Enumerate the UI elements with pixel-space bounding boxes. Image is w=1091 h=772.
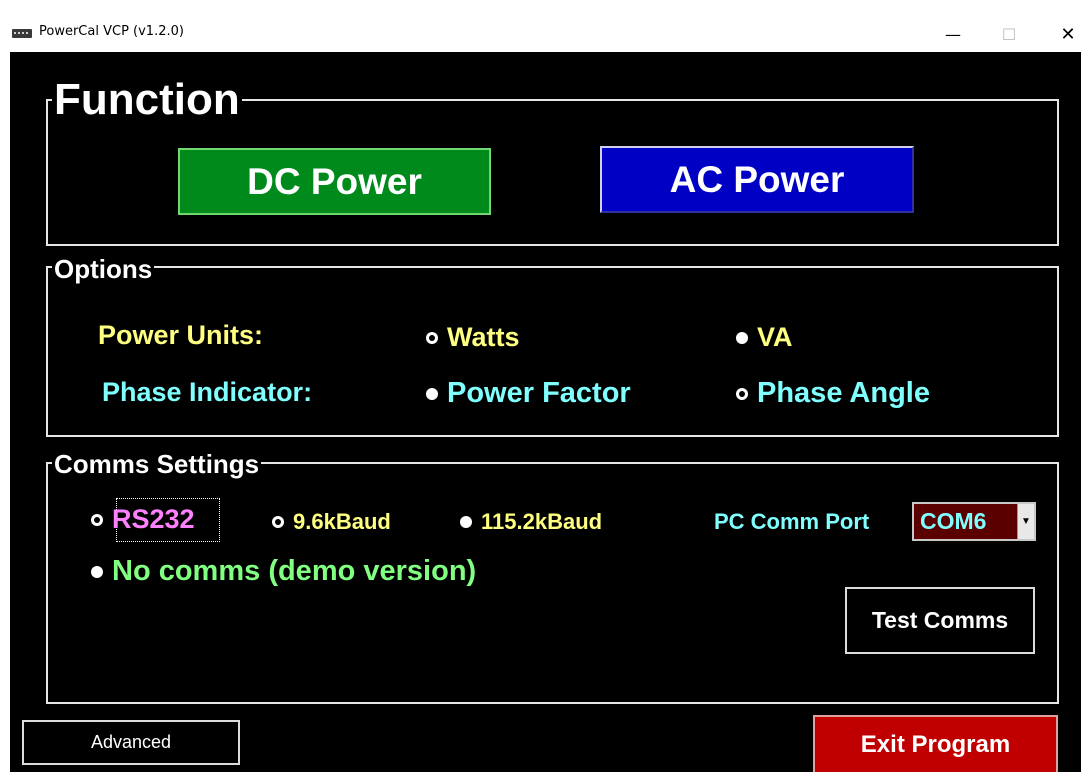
- main-window-client: Function DC Power AC Power Options Power…: [10, 52, 1081, 772]
- radio-checked-icon: [91, 513, 103, 526]
- phase-angle-radio[interactable]: Phase Angle: [736, 377, 930, 410]
- watts-radio[interactable]: Watts: [426, 322, 520, 353]
- rs232-label: RS232: [112, 504, 195, 534]
- power-factor-radio[interactable]: Power Factor: [426, 377, 631, 410]
- radio-unchecked-icon: [91, 565, 103, 578]
- maximize-button[interactable]: ☐: [986, 20, 1032, 48]
- test-comms-button[interactable]: Test Comms: [845, 587, 1035, 654]
- close-button[interactable]: ✕: [1045, 20, 1091, 48]
- watts-label: Watts: [447, 322, 520, 352]
- comm-port-select[interactable]: COM6 ▼: [912, 502, 1036, 541]
- phase-angle-label: Phase Angle: [757, 377, 930, 409]
- radio-checked-icon: [736, 387, 748, 400]
- dc-power-button[interactable]: DC Power: [178, 148, 491, 215]
- comm-port-value: COM6: [920, 508, 987, 534]
- no-comms-label: No comms (demo version): [112, 555, 477, 587]
- radio-unchecked-icon: [426, 387, 438, 400]
- window-title: PowerCal VCP (v1.2.0): [39, 24, 184, 39]
- options-legend: Options: [52, 254, 155, 284]
- no-comms-radio[interactable]: No comms (demo version): [91, 555, 476, 588]
- radio-unchecked-icon: [460, 516, 472, 528]
- options-group: [46, 266, 1059, 437]
- ac-power-button[interactable]: AC Power: [600, 146, 914, 213]
- baud-115200-radio[interactable]: 115.2kBaud: [460, 509, 602, 535]
- radio-checked-icon: [272, 516, 284, 528]
- function-legend: Function: [52, 75, 242, 124]
- phase-indicator-label: Phase Indicator:: [102, 377, 313, 407]
- power-factor-label: Power Factor: [447, 377, 631, 409]
- chevron-down-icon[interactable]: ▼: [1017, 504, 1034, 539]
- radio-checked-icon: [426, 331, 438, 344]
- va-radio[interactable]: VA: [736, 322, 793, 353]
- baud-9600-label: 9.6kBaud: [293, 509, 391, 534]
- comms-settings-legend: Comms Settings: [52, 449, 262, 479]
- title-bar: PowerCal VCP (v1.2.0) — ☐ ✕: [0, 0, 1091, 52]
- rs232-radio[interactable]: RS232: [91, 504, 195, 535]
- exit-program-button[interactable]: Exit Program: [813, 715, 1058, 772]
- va-label: VA: [757, 322, 793, 352]
- minimize-button[interactable]: —: [930, 20, 976, 48]
- radio-unchecked-icon: [736, 331, 748, 344]
- pc-comm-port-label: PC Comm Port: [714, 509, 870, 534]
- app-icon: [12, 29, 32, 38]
- baud-9600-radio[interactable]: 9.6kBaud: [272, 509, 391, 535]
- advanced-button[interactable]: Advanced: [22, 720, 240, 765]
- baud-115200-label: 115.2kBaud: [481, 509, 603, 534]
- power-units-label: Power Units:: [98, 320, 264, 350]
